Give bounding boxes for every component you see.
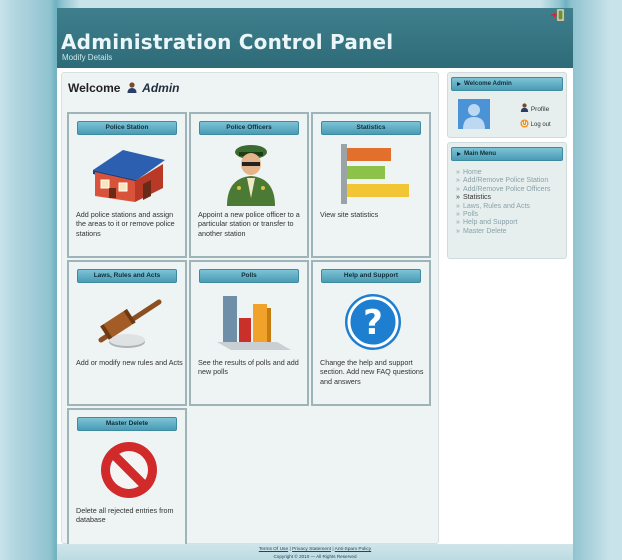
profile-link[interactable]: Profile — [520, 103, 549, 113]
sidebar-welcome-box: Welcome Admin Profile Log out — [447, 72, 567, 138]
tile-description: View site statistics — [320, 210, 379, 219]
user-icon — [520, 103, 529, 112]
tile-statistics[interactable]: Statistics View site statistics — [311, 112, 431, 258]
triangle-icon — [457, 152, 461, 156]
page-title: Administration Control Panel — [61, 30, 394, 54]
house-icon — [93, 150, 165, 202]
tile-heading[interactable]: Police Station — [77, 121, 177, 135]
header: Administration Control Panel Modify Deta… — [57, 8, 573, 68]
tile-heading[interactable]: Statistics — [321, 121, 421, 135]
menu-item-statistics[interactable]: » Statistics — [456, 194, 566, 202]
triangle-icon — [457, 82, 461, 86]
tile-description: Change the help and support section. Add… — [320, 358, 424, 386]
bar-chart-icon — [217, 296, 291, 350]
menu-item-polls[interactable]: » Polls — [456, 211, 566, 219]
tile-heading[interactable]: Help and Support — [321, 269, 421, 283]
tile-heading[interactable]: Police Officers — [199, 121, 299, 135]
main-panel: Welcome Admin Police Station Add police … — [61, 72, 439, 554]
user-icon — [127, 82, 137, 93]
menu-item-add-remove-police-officers[interactable]: » Add/Remove Police Officers — [456, 186, 566, 194]
main-menu-heading: Main Menu — [451, 147, 563, 161]
tile-heading[interactable]: Polls — [199, 269, 299, 283]
menu-item-home[interactable]: » Home — [456, 169, 566, 177]
tile-heading[interactable]: Laws, Rules and Acts — [77, 269, 177, 283]
privacy-link[interactable]: Privacy Statement — [292, 547, 331, 552]
gavel-icon — [98, 299, 162, 348]
tile-master-delete[interactable]: Master Delete Delete all rejected entrie… — [67, 408, 187, 554]
footer-separator: | — [289, 547, 291, 552]
admin-name: Admin — [142, 81, 180, 95]
menu-item-help-support[interactable]: » Help and Support — [456, 219, 566, 227]
welcome-label: Welcome — [68, 81, 121, 95]
tile-police-officers[interactable]: Police Officers Appoint a new police off… — [189, 112, 309, 258]
tile-heading[interactable]: Master Delete — [77, 417, 177, 431]
prohibited-icon — [101, 442, 157, 498]
footer: Terms Of Use | Privacy Statement | Anti-… — [57, 544, 573, 560]
logout-link[interactable]: Log out — [520, 119, 551, 128]
exit-door-icon[interactable] — [551, 9, 565, 21]
police-officer-icon — [227, 145, 275, 206]
page: Administration Control Panel Modify Deta… — [57, 8, 573, 560]
tile-police-station[interactable]: Police Station Add police stations and a… — [67, 112, 187, 258]
sidebar-welcome-heading: Welcome Admin — [451, 77, 563, 91]
terms-link[interactable]: Terms Of Use — [259, 547, 288, 552]
welcome-heading: Welcome Admin — [68, 81, 180, 95]
svg-text:?: ? — [363, 303, 383, 343]
sidebar-main-menu: Main Menu » Home » Add/Remove Police Stati… — [447, 142, 567, 259]
footer-separator: | — [332, 547, 334, 552]
horizontal-bars-icon — [341, 144, 409, 204]
question-mark-icon: ? — [345, 294, 401, 350]
power-icon — [520, 119, 529, 128]
antispam-link[interactable]: Anti-Spam Policy — [335, 547, 372, 552]
menu-item-laws-rules-acts[interactable]: » Laws, Rules and Acts — [456, 203, 566, 211]
tile-description: Add police stations and assign the areas… — [76, 210, 175, 238]
tile-description: Appoint a new police officer to a partic… — [198, 210, 300, 238]
copyright-text: Copyright © 2010 — All Rights Reserved — [273, 554, 357, 559]
tile-laws-rules-acts[interactable]: Laws, Rules and Acts Add or modify new r… — [67, 260, 187, 406]
tile-polls[interactable]: Polls See the results of polls and add n… — [189, 260, 309, 406]
page-subtitle: Modify Details — [62, 53, 113, 62]
tile-help-support[interactable]: Help and Support ? Change the help and s… — [311, 260, 431, 406]
avatar-silhouette-icon — [458, 99, 490, 129]
tile-description: See the results of polls and add new pol… — [198, 358, 299, 377]
tile-description: Add or modify new rules and Acts — [76, 358, 183, 367]
main-menu-list: » Home » Add/Remove Police Station » Add/Re… — [456, 169, 566, 236]
menu-item-add-remove-police-station[interactable]: » Add/Remove Police Station — [456, 177, 566, 185]
footer-links: Terms Of Use | Privacy Statement | Anti-… — [57, 547, 573, 552]
tile-description: Delete all rejected entries from databas… — [76, 506, 174, 525]
menu-item-master-delete[interactable]: » Master Delete — [456, 228, 566, 236]
